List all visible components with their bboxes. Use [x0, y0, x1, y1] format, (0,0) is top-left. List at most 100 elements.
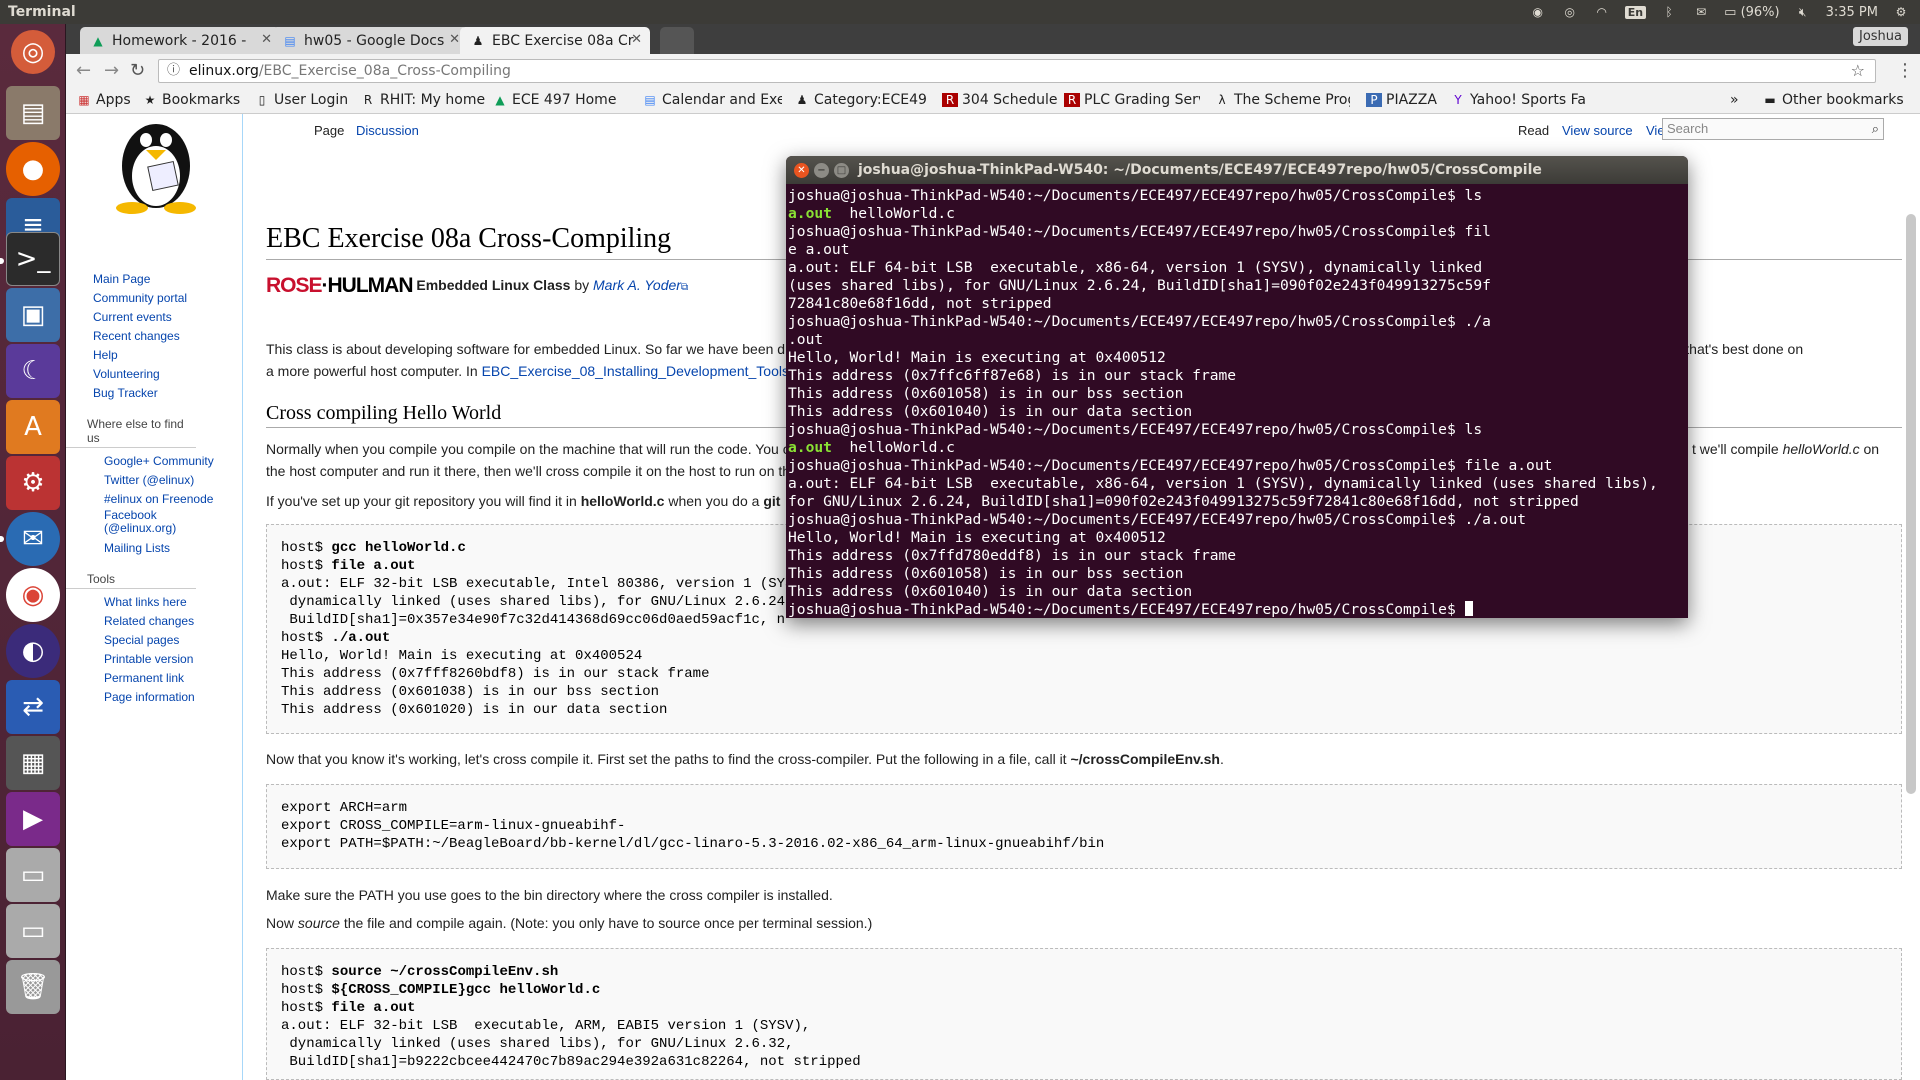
sidebar-link[interactable]: Bug Tracker [93, 384, 242, 403]
sidebar-link[interactable]: Google+ Community [104, 452, 242, 471]
bookmark-user-login[interactable]: ▯ User Login [254, 92, 348, 108]
system-settings-icon[interactable]: ⚙ [6, 456, 60, 510]
remote-desktop-icon[interactable]: ▣ [6, 288, 60, 342]
minimize-window-icon[interactable]: − [814, 163, 829, 178]
trash-icon[interactable]: 🗑︎ [6, 960, 60, 1014]
mail-icon[interactable]: ✉ [1692, 4, 1710, 20]
network-tool-icon[interactable]: ⇄ [6, 680, 60, 734]
close-tab-icon[interactable]: ✕ [261, 32, 272, 47]
tab-view-source[interactable]: View source [1562, 123, 1633, 138]
bookmark-bookmarks[interactable]: ★ Bookmarks [142, 92, 241, 108]
bookmark-piazza[interactable]: P PIAZZA [1366, 92, 1437, 108]
volume-muted-icon[interactable]: 🔇︎ [1794, 4, 1812, 20]
sidebar-link[interactable]: Volunteering [93, 365, 242, 384]
sidebar-link[interactable]: What links here [104, 593, 242, 612]
video-icon[interactable]: ▶ [6, 792, 60, 846]
new-tab-button[interactable] [660, 27, 694, 54]
files-icon[interactable]: ▤ [6, 86, 60, 140]
sidebar-link[interactable]: Permanent link [104, 669, 242, 688]
sidebar-link[interactable]: Special pages [104, 631, 242, 650]
thunderbird-icon[interactable]: ✉ [6, 512, 60, 566]
disk-icon[interactable]: ▭ [6, 848, 60, 902]
sidebar-link[interactable]: Related changes [104, 612, 242, 631]
battery-indicator[interactable]: ▭ (96%) [1724, 5, 1779, 20]
info-icon[interactable]: ⓘ [167, 60, 180, 82]
code-line: Hello, World! Main is executing at 0x400… [281, 648, 643, 664]
tab-ebc-exercise[interactable]: ♟ EBC Exercise 08a Cr ✕ [460, 27, 650, 54]
tab-discussion[interactable]: Discussion [356, 123, 419, 138]
search-placeholder: Search [1667, 121, 1709, 136]
back-icon[interactable]: ← [76, 60, 91, 81]
docs-icon: ▤ [284, 33, 296, 48]
bookmark-yahoo[interactable]: Y Yahoo! Sports Fa [1450, 92, 1590, 108]
sidebar-link[interactable]: Printable version [104, 650, 242, 669]
terminal-titlebar[interactable]: ✕ − □ joshua@joshua-ThinkPad-W540: ~/Doc… [786, 156, 1688, 184]
bookmark-304[interactable]: R 304 Schedule [942, 92, 1058, 108]
other-bookmarks[interactable]: ▬ Other bookmarks [1762, 92, 1903, 108]
bookmarks-overflow[interactable]: » [1730, 92, 1739, 108]
host-line: the host computer and run it there, then… [266, 463, 791, 479]
bookmark-star-icon[interactable]: ☆ [1851, 60, 1865, 82]
sidebar-link[interactable]: #elinux on Freenode [104, 490, 242, 509]
close-tab-icon[interactable]: ✕ [449, 32, 460, 47]
system-tray: ◉ ◎ ◠ En ᛒ ✉ ▭ (96%) 🔇︎ 3:35 PM ⚙ [1529, 0, 1910, 24]
maximize-window-icon[interactable]: □ [834, 163, 849, 178]
close-window-icon[interactable]: ✕ [794, 163, 809, 178]
clock[interactable]: 3:35 PM [1826, 5, 1878, 20]
disk2-icon[interactable]: ▭ [6, 904, 60, 958]
sidebar-link[interactable]: Mailing Lists [104, 539, 242, 558]
terminal-output[interactable]: joshua@joshua-ThinkPad-W540:~/Documents/… [786, 184, 1688, 618]
unity-launcher: ◎ ▤ ● ≡ >_ ▣ ☾ A ⚙ ✉ ◉ ◐ ⇄ ▦ ▶ ▭ ▭ 🗑︎ [0, 24, 66, 1080]
calculator-icon[interactable]: ▦ [6, 736, 60, 790]
profile-button[interactable]: Joshua [1852, 27, 1908, 46]
search-input[interactable]: Search ⌕ [1662, 118, 1884, 140]
firefox-icon[interactable]: ● [6, 142, 60, 196]
sidebar-link[interactable]: Recent changes [93, 327, 242, 346]
sidebar-link[interactable]: Help [93, 346, 242, 365]
sidebar-link[interactable]: Page information [104, 688, 242, 707]
eclipse-ide-icon[interactable]: ◐ [6, 624, 60, 678]
bookmark-plc[interactable]: R PLC Grading Serv [1064, 92, 1200, 108]
intro-paragraph: This class is about developing software … [266, 341, 786, 357]
sidebar-link[interactable]: (@elinux.org) [104, 522, 242, 535]
elinux-penguin-logo[interactable] [96, 114, 216, 214]
software-center-icon[interactable]: A [6, 400, 60, 454]
ubuntu-dash-icon[interactable]: ◎ [11, 30, 55, 74]
terminal-icon[interactable]: >_ [6, 232, 60, 286]
bookmark-calendar[interactable]: ▤ Calendar and Exe [642, 92, 782, 108]
intel-icon[interactable]: ◎ [1561, 4, 1579, 20]
sidebar-link[interactable]: Main Page [93, 270, 242, 289]
reload-icon[interactable]: ↻ [130, 60, 145, 81]
bookmark-category[interactable]: ♟ Category:ECE497 [794, 92, 926, 108]
chrome-menu-icon[interactable]: ⋮ [1896, 60, 1914, 81]
sidebar-link[interactable]: Community portal [93, 289, 242, 308]
tab-hw05-docs[interactable]: ▤ hw05 - Google Docs ✕ [272, 27, 468, 54]
wifi-icon[interactable]: ◠ [1593, 4, 1611, 20]
keyboard-layout-indicator[interactable]: En [1624, 5, 1647, 19]
bookmark-scheme[interactable]: λ The Scheme Prog [1214, 92, 1350, 108]
address-bar[interactable]: ⓘ elinux.org/EBC_Exercise_08a_Cross-Comp… [158, 59, 1876, 83]
search-icon[interactable]: ⌕ [1872, 119, 1879, 139]
bluetooth-icon[interactable]: ᛒ [1660, 4, 1678, 20]
page-scrollbar[interactable] [1906, 214, 1916, 794]
tab-page[interactable]: Page [314, 123, 344, 138]
sidebar-link[interactable]: Twitter (@elinux) [104, 471, 242, 490]
close-tab-icon[interactable]: ✕ [631, 32, 642, 47]
source-note: Now source the file and compile again. (… [266, 915, 873, 931]
bookmark-apps[interactable]: ▦ Apps [76, 92, 130, 108]
chrome-tray-icon[interactable]: ◉ [1529, 4, 1547, 20]
tab-homework[interactable]: ▲ Homework - 2016 - ✕ [80, 27, 280, 54]
bookmark-rhit[interactable]: R RHIT: My home [360, 92, 485, 108]
forward-icon[interactable]: → [104, 60, 119, 81]
power-gear-icon[interactable]: ⚙ [1892, 4, 1910, 20]
bookmark-ece497[interactable]: ▲ECE 497 Homewo [492, 92, 616, 108]
eclipse-icon[interactable]: ☾ [6, 344, 60, 398]
star-icon: ★ [144, 93, 156, 107]
dev-tools-link[interactable]: EBC_Exercise_08_Installing_Development_T… [482, 363, 789, 379]
author-link[interactable]: Mark A. Yoder [593, 277, 681, 293]
sidebar-link[interactable]: Current events [93, 308, 242, 327]
chrome-icon[interactable]: ◉ [6, 568, 60, 622]
rose-hulman-logo[interactable]: ROSE·HULMAN [266, 275, 413, 297]
tab-read[interactable]: Read [1518, 123, 1549, 138]
terminal-window[interactable]: ✕ − □ joshua@joshua-ThinkPad-W540: ~/Doc… [786, 156, 1688, 618]
